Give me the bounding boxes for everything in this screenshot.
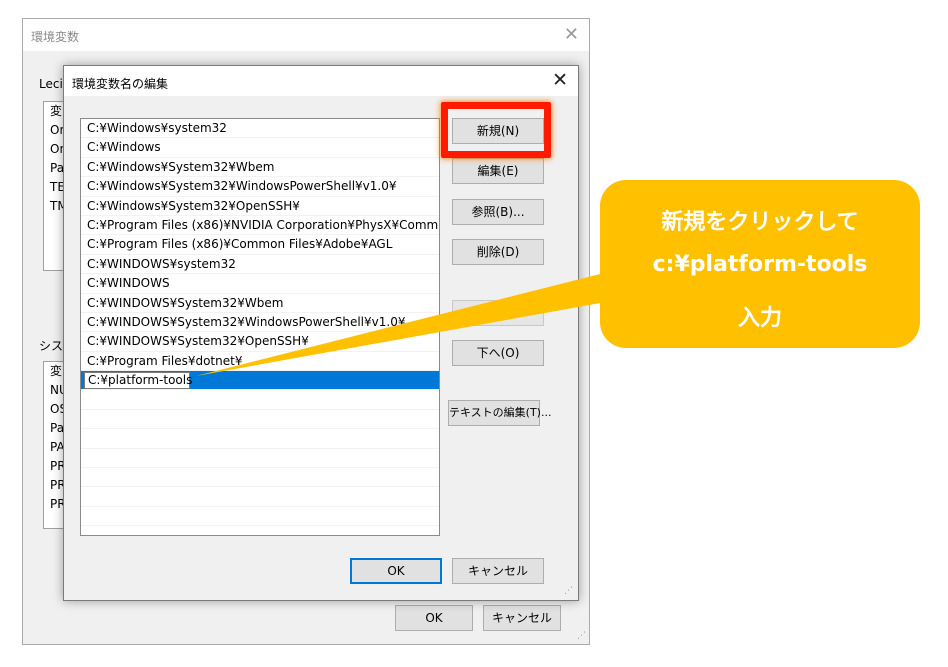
callout-line-1: 新規をクリックして: [661, 210, 859, 235]
callout-line-3: 入力: [737, 306, 782, 331]
callout-pointer-shape: [196, 272, 628, 376]
callout-line-2: c:¥platform-tools: [652, 252, 868, 277]
instruction-callout: 新規をクリックして c:¥platform-tools 入力: [600, 180, 920, 348]
